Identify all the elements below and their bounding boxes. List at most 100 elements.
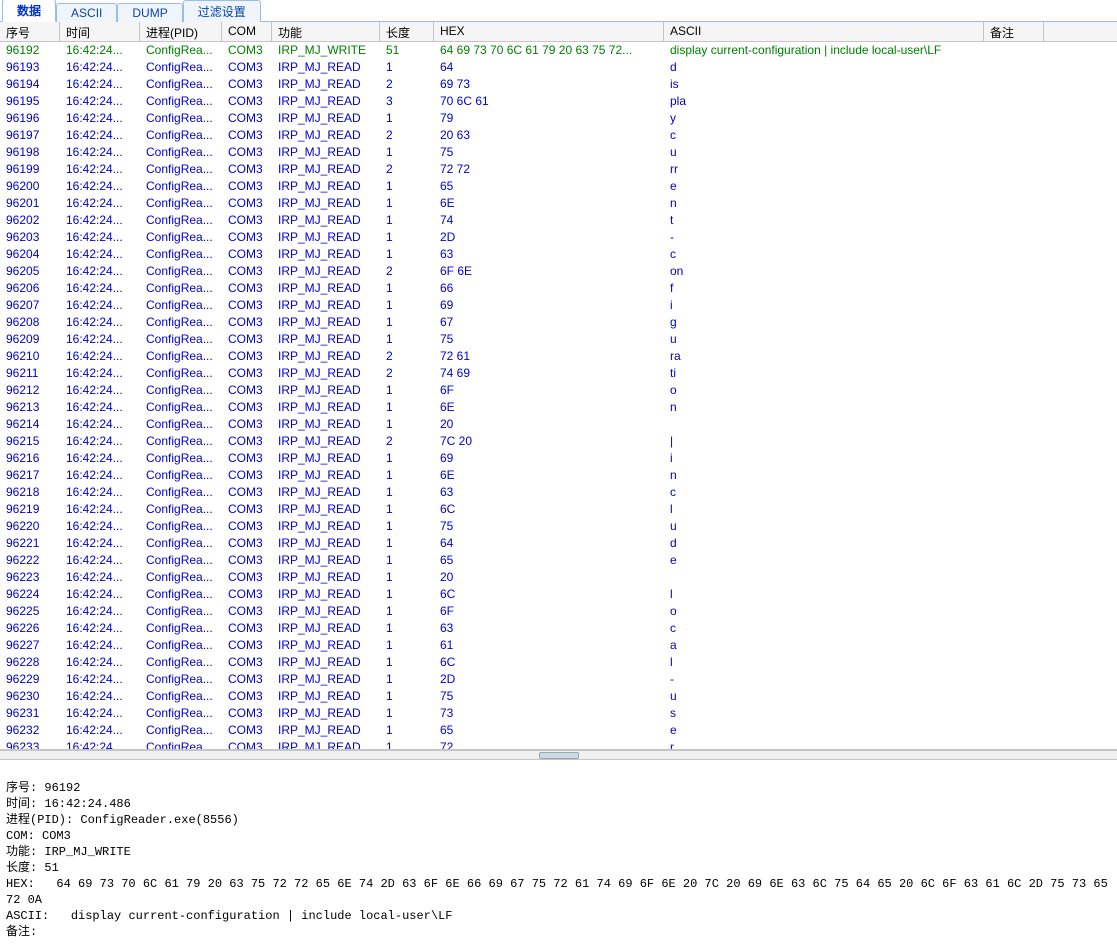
cell-func: IRP_MJ_READ <box>272 382 380 399</box>
table-row[interactable]: 9622716:42:24...ConfigRea...COM3IRP_MJ_R… <box>0 637 1117 654</box>
table-row[interactable]: 9623216:42:24...ConfigRea...COM3IRP_MJ_R… <box>0 722 1117 739</box>
table-row[interactable]: 9621516:42:24...ConfigRea...COM3IRP_MJ_R… <box>0 433 1117 450</box>
cell-com: COM3 <box>222 484 272 501</box>
table-row[interactable]: 9619916:42:24...ConfigRea...COM3IRP_MJ_R… <box>0 161 1117 178</box>
cell-proc: ConfigRea... <box>140 110 222 127</box>
table-row[interactable]: 9619616:42:24...ConfigRea...COM3IRP_MJ_R… <box>0 110 1117 127</box>
cell-len: 1 <box>380 212 434 229</box>
col-seq[interactable]: 序号 <box>0 22 60 41</box>
horizontal-scrollbar[interactable] <box>0 750 1117 760</box>
table-row[interactable]: 9621916:42:24...ConfigRea...COM3IRP_MJ_R… <box>0 501 1117 518</box>
table-row[interactable]: 9622416:42:24...ConfigRea...COM3IRP_MJ_R… <box>0 586 1117 603</box>
table-row[interactable]: 9622216:42:24...ConfigRea...COM3IRP_MJ_R… <box>0 552 1117 569</box>
table-row[interactable]: 9620316:42:24...ConfigRea...COM3IRP_MJ_R… <box>0 229 1117 246</box>
cell-len: 1 <box>380 586 434 603</box>
table-row[interactable]: 9619816:42:24...ConfigRea...COM3IRP_MJ_R… <box>0 144 1117 161</box>
cell-time: 16:42:24... <box>60 314 140 331</box>
cell-time: 16:42:24... <box>60 161 140 178</box>
cell-seq: 96214 <box>0 416 60 433</box>
table-row[interactable]: 9621616:42:24...ConfigRea...COM3IRP_MJ_R… <box>0 450 1117 467</box>
cell-ascii: u <box>664 331 984 348</box>
tab-ascii[interactable]: ASCII <box>56 3 117 22</box>
cell-func: IRP_MJ_READ <box>272 688 380 705</box>
cell-note <box>984 178 1044 195</box>
table-row[interactable]: 9622616:42:24...ConfigRea...COM3IRP_MJ_R… <box>0 620 1117 637</box>
col-hex[interactable]: HEX <box>434 22 664 41</box>
table-row[interactable]: 9621316:42:24...ConfigRea...COM3IRP_MJ_R… <box>0 399 1117 416</box>
table-row[interactable]: 9619516:42:24...ConfigRea...COM3IRP_MJ_R… <box>0 93 1117 110</box>
cell-len: 1 <box>380 518 434 535</box>
cell-len: 1 <box>380 144 434 161</box>
cell-ascii: l <box>664 501 984 518</box>
cell-ascii: i <box>664 450 984 467</box>
cell-hex: 67 <box>434 314 664 331</box>
table-row[interactable]: 9620116:42:24...ConfigRea...COM3IRP_MJ_R… <box>0 195 1117 212</box>
table-row[interactable]: 9619216:42:24...ConfigRea...COM3IRP_MJ_W… <box>0 42 1117 59</box>
cell-seq: 96199 <box>0 161 60 178</box>
cell-func: IRP_MJ_READ <box>272 722 380 739</box>
cell-com: COM3 <box>222 144 272 161</box>
table-row[interactable]: 9620516:42:24...ConfigRea...COM3IRP_MJ_R… <box>0 263 1117 280</box>
table-row[interactable]: 9621416:42:24...ConfigRea...COM3IRP_MJ_R… <box>0 416 1117 433</box>
cell-note <box>984 212 1044 229</box>
col-proc[interactable]: 进程(PID) <box>140 22 222 41</box>
cell-com: COM3 <box>222 280 272 297</box>
cell-com: COM3 <box>222 552 272 569</box>
cell-seq: 96227 <box>0 637 60 654</box>
col-len[interactable]: 长度 <box>380 22 434 41</box>
tab-dump[interactable]: DUMP <box>117 3 182 22</box>
cell-com: COM3 <box>222 297 272 314</box>
table-row[interactable]: 9623316:42:24...ConfigRea...COM3IRP_MJ_R… <box>0 739 1117 750</box>
table-row[interactable]: 9622016:42:24...ConfigRea...COM3IRP_MJ_R… <box>0 518 1117 535</box>
cell-func: IRP_MJ_READ <box>272 637 380 654</box>
detail-ascii-value: display current-configuration | include … <box>71 909 453 923</box>
table-row[interactable]: 9621016:42:24...ConfigRea...COM3IRP_MJ_R… <box>0 348 1117 365</box>
cell-note <box>984 161 1044 178</box>
table-row[interactable]: 9621216:42:24...ConfigRea...COM3IRP_MJ_R… <box>0 382 1117 399</box>
table-row[interactable]: 9621816:42:24...ConfigRea...COM3IRP_MJ_R… <box>0 484 1117 501</box>
grid-body[interactable]: 9619216:42:24...ConfigRea...COM3IRP_MJ_W… <box>0 42 1117 750</box>
table-row[interactable]: 9621716:42:24...ConfigRea...COM3IRP_MJ_R… <box>0 467 1117 484</box>
table-row[interactable]: 9620416:42:24...ConfigRea...COM3IRP_MJ_R… <box>0 246 1117 263</box>
cell-time: 16:42:24... <box>60 535 140 552</box>
table-row[interactable]: 9623016:42:24...ConfigRea...COM3IRP_MJ_R… <box>0 688 1117 705</box>
cell-len: 1 <box>380 59 434 76</box>
tab-data[interactable]: 数据 <box>2 0 56 22</box>
table-row[interactable]: 9619316:42:24...ConfigRea...COM3IRP_MJ_R… <box>0 59 1117 76</box>
tab-filter[interactable]: 过滤设置 <box>183 0 261 22</box>
cell-proc: ConfigRea... <box>140 450 222 467</box>
table-row[interactable]: 9620816:42:24...ConfigRea...COM3IRP_MJ_R… <box>0 314 1117 331</box>
table-row[interactable]: 9622916:42:24...ConfigRea...COM3IRP_MJ_R… <box>0 671 1117 688</box>
table-row[interactable]: 9622516:42:24...ConfigRea...COM3IRP_MJ_R… <box>0 603 1117 620</box>
table-row[interactable]: 9620016:42:24...ConfigRea...COM3IRP_MJ_R… <box>0 178 1117 195</box>
table-row[interactable]: 9620916:42:24...ConfigRea...COM3IRP_MJ_R… <box>0 331 1117 348</box>
table-row[interactable]: 9620216:42:24...ConfigRea...COM3IRP_MJ_R… <box>0 212 1117 229</box>
cell-seq: 96207 <box>0 297 60 314</box>
table-row[interactable]: 9621116:42:24...ConfigRea...COM3IRP_MJ_R… <box>0 365 1117 382</box>
cell-seq: 96222 <box>0 552 60 569</box>
table-row[interactable]: 9622816:42:24...ConfigRea...COM3IRP_MJ_R… <box>0 654 1117 671</box>
table-row[interactable]: 9620716:42:24...ConfigRea...COM3IRP_MJ_R… <box>0 297 1117 314</box>
table-row[interactable]: 9622316:42:24...ConfigRea...COM3IRP_MJ_R… <box>0 569 1117 586</box>
cell-ascii: d <box>664 535 984 552</box>
cell-com: COM3 <box>222 348 272 365</box>
cell-len: 1 <box>380 654 434 671</box>
col-time[interactable]: 时间 <box>60 22 140 41</box>
table-row[interactable]: 9619416:42:24...ConfigRea...COM3IRP_MJ_R… <box>0 76 1117 93</box>
cell-seq: 96194 <box>0 76 60 93</box>
cell-time: 16:42:24... <box>60 603 140 620</box>
table-row[interactable]: 9620616:42:24...ConfigRea...COM3IRP_MJ_R… <box>0 280 1117 297</box>
col-ascii[interactable]: ASCII <box>664 22 984 41</box>
cell-seq: 96202 <box>0 212 60 229</box>
col-func[interactable]: 功能 <box>272 22 380 41</box>
table-row[interactable]: 9623116:42:24...ConfigRea...COM3IRP_MJ_R… <box>0 705 1117 722</box>
cell-com: COM3 <box>222 433 272 450</box>
cell-com: COM3 <box>222 195 272 212</box>
col-com[interactable]: COM <box>222 22 272 41</box>
table-row[interactable]: 9619716:42:24...ConfigRea...COM3IRP_MJ_R… <box>0 127 1117 144</box>
cell-func: IRP_MJ_READ <box>272 739 380 750</box>
col-note[interactable]: 备注 <box>984 22 1044 41</box>
scrollbar-thumb[interactable] <box>539 752 579 759</box>
table-row[interactable]: 9622116:42:24...ConfigRea...COM3IRP_MJ_R… <box>0 535 1117 552</box>
detail-proc-label: 进程(PID): <box>6 813 73 827</box>
